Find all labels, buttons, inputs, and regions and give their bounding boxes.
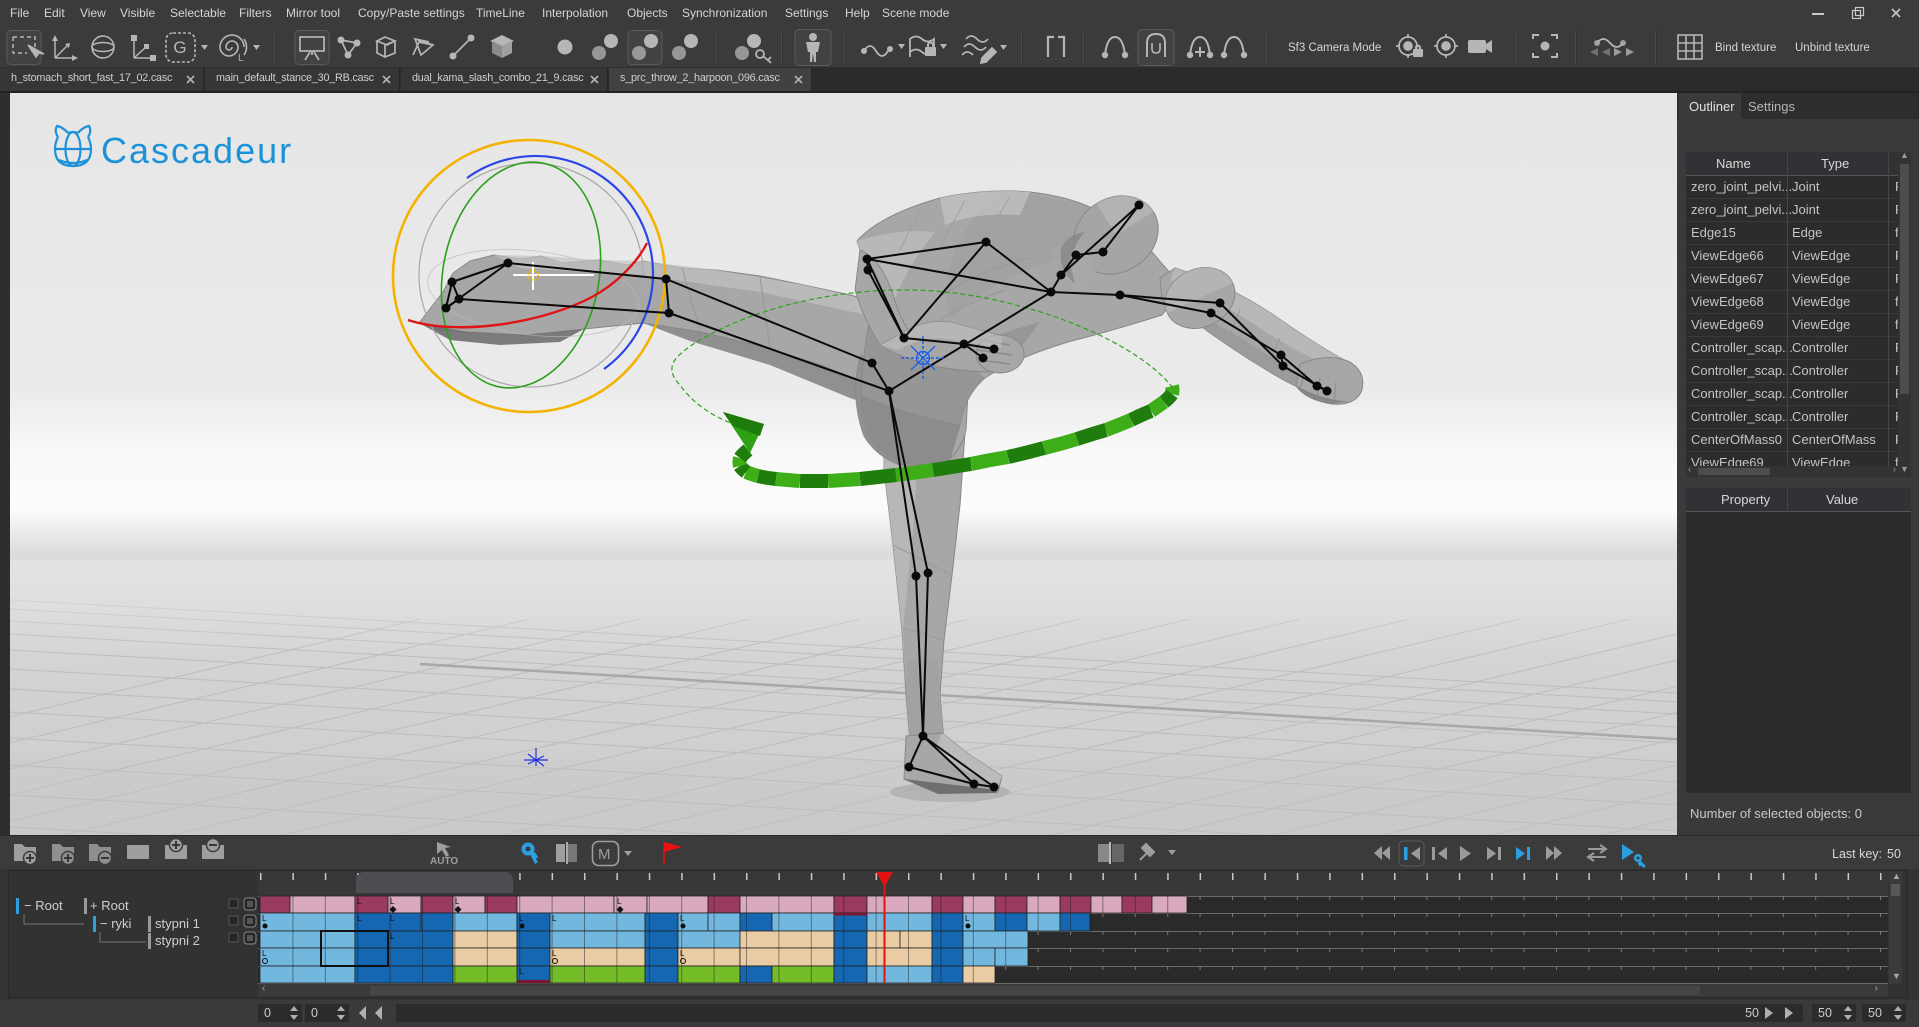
svg-text:Last key:: Last key: — [1832, 847, 1882, 861]
svg-text:Cascadeur: Cascadeur — [101, 130, 293, 171]
svg-text:M: M — [598, 846, 611, 863]
svg-text:L: L — [262, 949, 267, 958]
svg-text:AUTO: AUTO — [430, 856, 458, 867]
svg-text:G: G — [173, 38, 186, 57]
svg-text:L: L — [455, 897, 460, 906]
svg-text:L: L — [680, 914, 685, 923]
svg-text:L: L — [390, 897, 395, 906]
svg-text:L: L — [390, 914, 395, 923]
svg-text:Bind texture: Bind texture — [1715, 42, 1776, 54]
svg-text:L: L — [262, 914, 267, 923]
svg-text:L: L — [965, 914, 970, 923]
svg-text:L: L — [552, 914, 557, 923]
svg-text:L: L — [519, 914, 524, 923]
svg-text:L: L — [680, 949, 685, 958]
svg-text:L: L — [390, 932, 395, 941]
svg-text:L: L — [238, 53, 244, 64]
svg-text:Sf3 Camera Mode: Sf3 Camera Mode — [1288, 42, 1381, 54]
svg-text:Unbind texture: Unbind texture — [1795, 42, 1870, 54]
svg-text:50: 50 — [1887, 847, 1901, 861]
svg-text:L: L — [552, 949, 557, 958]
svg-text:L: L — [519, 967, 524, 976]
svg-text:L: L — [617, 897, 622, 906]
svg-text:L: L — [357, 914, 362, 923]
svg-text:L: L — [357, 897, 362, 906]
